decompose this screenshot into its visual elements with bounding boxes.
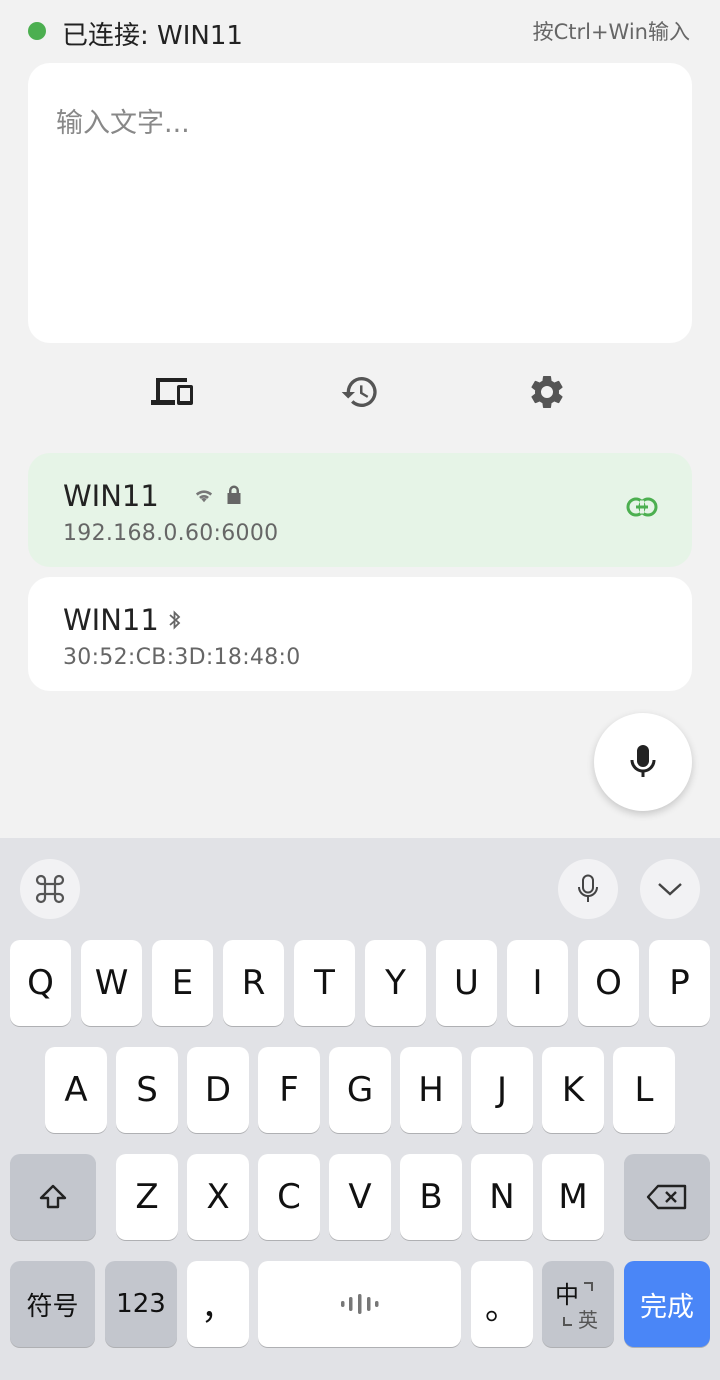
text-input-field[interactable]	[28, 63, 692, 343]
device-card-bluetooth[interactable]: WIN11 30:52:CB:3D:18:48:0	[28, 577, 692, 691]
key-x[interactable]: X	[187, 1154, 249, 1240]
numbers-key[interactable]: 123	[105, 1261, 177, 1347]
device-name: WIN11	[63, 603, 159, 637]
shortcut-hint: 按Ctrl+Win输入	[532, 20, 690, 44]
device-status-icons	[193, 485, 243, 505]
key-f[interactable]: F	[258, 1047, 320, 1133]
command-icon	[35, 874, 65, 904]
device-name: WIN11	[63, 479, 159, 513]
key-m[interactable]: M	[542, 1154, 604, 1240]
backspace-key[interactable]	[624, 1154, 710, 1240]
key-u[interactable]: U	[436, 940, 497, 1026]
gear-icon	[531, 375, 563, 408]
keyboard-voice-button[interactable]	[558, 859, 618, 919]
period-key[interactable]: 。	[471, 1261, 533, 1347]
key-j[interactable]: J	[471, 1047, 533, 1133]
key-h[interactable]: H	[400, 1047, 462, 1133]
symbols-key[interactable]: 符号	[10, 1261, 95, 1347]
comma-key[interactable]: ，	[187, 1261, 249, 1347]
key-g[interactable]: G	[329, 1047, 391, 1133]
devices-button[interactable]	[145, 366, 201, 418]
device-address: 30:52:CB:3D:18:48:0	[63, 645, 301, 670]
text-input-card	[28, 63, 692, 343]
key-z[interactable]: Z	[116, 1154, 178, 1240]
shift-icon	[39, 1184, 67, 1209]
key-y[interactable]: Y	[365, 940, 426, 1026]
history-button[interactable]	[332, 366, 388, 418]
key-i[interactable]: I	[507, 940, 568, 1026]
backspace-icon	[646, 1184, 687, 1210]
key-c[interactable]: C	[258, 1154, 320, 1240]
microphone-icon	[630, 745, 656, 777]
device-card-wifi[interactable]: WIN11 192.168.0.60:6000	[28, 453, 692, 567]
keyboard-menu-button[interactable]	[20, 859, 80, 919]
key-k[interactable]: K	[542, 1047, 604, 1133]
key-e[interactable]: E	[152, 940, 213, 1026]
microphone-icon	[578, 874, 598, 902]
toolbar	[0, 366, 720, 418]
devices-icon	[151, 378, 193, 405]
key-t[interactable]: T	[294, 940, 355, 1026]
settings-button[interactable]	[519, 366, 575, 418]
key-v[interactable]: V	[329, 1154, 391, 1240]
key-d[interactable]: D	[187, 1047, 249, 1133]
language-switch-key[interactable]: 中 英	[542, 1261, 614, 1347]
switch-arrows-icon	[563, 1282, 593, 1326]
key-q[interactable]: Q	[10, 940, 71, 1026]
connected-link-indicator	[626, 496, 658, 523]
key-a[interactable]: A	[45, 1047, 107, 1133]
key-o[interactable]: O	[578, 940, 639, 1026]
device-address: 192.168.0.60:6000	[63, 521, 279, 546]
voice-wave-icon	[340, 1294, 378, 1314]
chevron-down-icon	[658, 883, 682, 896]
wifi-icon	[195, 490, 213, 503]
hide-keyboard-button[interactable]	[640, 859, 700, 919]
key-s[interactable]: S	[116, 1047, 178, 1133]
key-b[interactable]: B	[400, 1154, 462, 1240]
done-key[interactable]: 完成	[624, 1261, 710, 1347]
key-p[interactable]: P	[649, 940, 710, 1026]
lock-icon	[227, 485, 241, 504]
device-status-icons	[168, 609, 182, 631]
bluetooth-icon	[169, 610, 181, 630]
voice-input-button[interactable]	[594, 713, 692, 811]
shift-key[interactable]	[10, 1154, 96, 1240]
connection-status-dot	[28, 22, 46, 40]
key-n[interactable]: N	[471, 1154, 533, 1240]
history-icon	[341, 377, 377, 407]
status-bar: 已连接: WIN11 按Ctrl+Win输入	[0, 0, 720, 62]
soft-keyboard: Q W E R T Y U I O P A S D F G H J K L Z …	[0, 838, 720, 1380]
key-w[interactable]: W	[81, 940, 142, 1026]
connection-status-text: 已连接: WIN11	[62, 21, 243, 51]
link-icon	[626, 497, 658, 517]
space-key[interactable]	[258, 1261, 461, 1347]
key-l[interactable]: L	[613, 1047, 675, 1133]
key-r[interactable]: R	[223, 940, 284, 1026]
